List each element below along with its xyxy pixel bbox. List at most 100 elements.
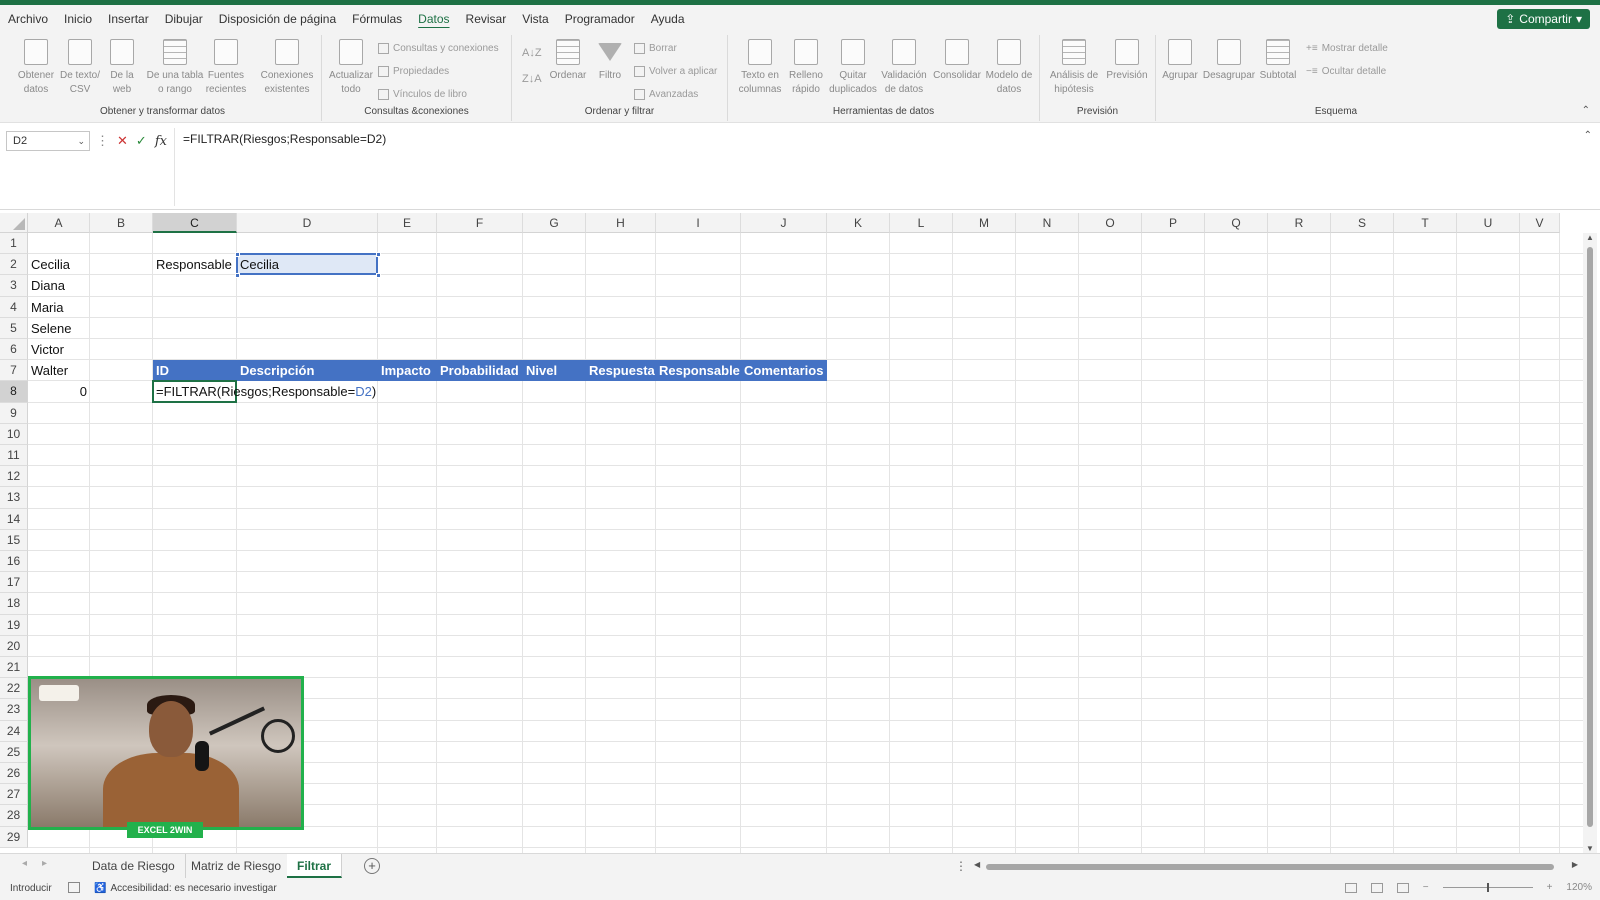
scroll-right-icon[interactable]: ▶ (1572, 860, 1578, 869)
row-header-7[interactable]: 7 (0, 360, 28, 382)
column-header-c[interactable]: C (153, 213, 237, 233)
filtro-button[interactable]: Filtro (588, 37, 632, 83)
analisis-hipotesis-button[interactable]: Análisis de hipótesis (1046, 37, 1102, 97)
relleno-rapido-button[interactable]: Relleno rápido (784, 37, 828, 97)
cell-a5[interactable]: Selene (28, 318, 90, 339)
column-header-t[interactable]: T (1394, 213, 1457, 233)
tabla-rango-button[interactable]: De una tabla o rango (144, 37, 206, 97)
next-sheet-icon[interactable]: ▸ (42, 858, 47, 869)
row-header-29[interactable]: 29 (0, 826, 28, 848)
zoom-slider[interactable] (1442, 883, 1533, 892)
consultas-conexiones-button[interactable]: Consultas y conexiones (378, 43, 499, 54)
row-header-4[interactable]: 4 (0, 296, 28, 318)
accessibility-status[interactable]: ♿ Accesibilidad: es necesario investigar (94, 883, 277, 894)
row-header-25[interactable]: 25 (0, 741, 28, 763)
menu-archivo[interactable]: Archivo (0, 5, 56, 33)
table-header-descripcion[interactable]: Descripción (237, 360, 314, 381)
menu-disposicion[interactable]: Disposición de página (211, 5, 344, 33)
ordenar-button[interactable]: Ordenar (546, 37, 590, 83)
modelo-datos-button[interactable]: Modelo de datos (982, 37, 1036, 97)
texto-columnas-button[interactable]: Texto en columnas (736, 37, 784, 97)
column-header-d[interactable]: D (237, 213, 378, 233)
macro-record-icon[interactable] (68, 882, 80, 893)
row-header-23[interactable]: 23 (0, 699, 28, 721)
row-header-21[interactable]: 21 (0, 657, 28, 679)
cell-a2[interactable]: Cecilia (28, 254, 90, 275)
row-header-14[interactable]: 14 (0, 508, 28, 530)
column-header-v[interactable]: V (1520, 213, 1560, 233)
column-header-g[interactable]: G (523, 213, 586, 233)
row-header-18[interactable]: 18 (0, 593, 28, 615)
row-header-24[interactable]: 24 (0, 720, 28, 742)
normal-view-icon[interactable] (1344, 882, 1357, 893)
vinculos-libro-button[interactable]: Vínculos de libro (378, 89, 467, 100)
ocultar-detalle-button[interactable]: −≡ Ocultar detalle (1306, 66, 1386, 77)
validacion-datos-button[interactable]: Validación de datos (878, 37, 930, 97)
row-header-2[interactable]: 2 (0, 254, 28, 276)
scroll-left-icon[interactable]: ◀ (974, 860, 980, 869)
zoom-level[interactable]: 120% (1566, 882, 1592, 893)
row-header-15[interactable]: 15 (0, 529, 28, 551)
table-header-comentarios[interactable]: Comentarios (741, 360, 823, 381)
collapse-ribbon-icon[interactable]: ⌃ (1582, 105, 1590, 116)
cell-a6[interactable]: Victor (28, 339, 90, 360)
mostrar-detalle-button[interactable]: +≡ Mostrar detalle (1306, 43, 1388, 54)
menu-datos[interactable]: Datos (410, 5, 457, 33)
vertical-scroll-thumb[interactable] (1587, 247, 1593, 827)
web-button[interactable]: De la web (100, 37, 144, 97)
prev-sheet-icon[interactable]: ◂ (22, 858, 27, 869)
table-header-respuesta[interactable]: Respuesta (586, 360, 655, 381)
insert-function-icon[interactable]: fx (155, 134, 167, 149)
subtotal-button[interactable]: Subtotal (1256, 37, 1300, 83)
row-header-3[interactable]: 3 (0, 275, 28, 297)
menu-formulas[interactable]: Fórmulas (344, 5, 410, 33)
column-header-s[interactable]: S (1331, 213, 1394, 233)
row-header-6[interactable]: 6 (0, 339, 28, 361)
menu-dibujar[interactable]: Dibujar (157, 5, 211, 33)
enter-icon[interactable]: ✓ (136, 133, 147, 149)
agrupar-button[interactable]: Agrupar (1158, 37, 1202, 83)
menu-programador[interactable]: Programador (557, 5, 643, 33)
prevision-button[interactable]: Previsión (1104, 37, 1150, 83)
select-all-corner[interactable] (0, 213, 28, 233)
sheet-tab-data-de-riesgo[interactable]: Data de Riesgo (82, 854, 186, 878)
row-header-11[interactable]: 11 (0, 445, 28, 467)
column-header-f[interactable]: F (437, 213, 523, 233)
cell-c2[interactable]: Responsable (153, 254, 235, 275)
collapse-formula-bar-icon[interactable]: ⌃ (1584, 130, 1592, 141)
menu-ayuda[interactable]: Ayuda (643, 5, 693, 33)
page-layout-view-icon[interactable] (1370, 882, 1383, 893)
row-header-10[interactable]: 10 (0, 423, 28, 445)
zoom-out-icon[interactable]: − (1423, 882, 1429, 893)
texto-csv-button[interactable]: De texto/CSV (58, 37, 102, 97)
cell-a4[interactable]: Maria (28, 297, 90, 318)
sheet-tab-matriz-de-riesgo[interactable]: Matriz de Riesgo (181, 854, 293, 878)
column-header-q[interactable]: Q (1205, 213, 1268, 233)
column-header-a[interactable]: A (28, 213, 90, 233)
horizontal-scrollbar[interactable]: ◀ ▶ (974, 860, 1578, 872)
actualizar-todo-button[interactable]: Actualizar todo (326, 37, 376, 97)
column-header-e[interactable]: E (378, 213, 437, 233)
share-button[interactable]: ⇪ Compartir ▾ (1497, 9, 1590, 29)
row-header-5[interactable]: 5 (0, 317, 28, 339)
row-header-13[interactable]: 13 (0, 487, 28, 509)
cell-a3[interactable]: Diana (28, 275, 90, 296)
desagrupar-button[interactable]: Desagrupar (1202, 37, 1256, 83)
row-header-19[interactable]: 19 (0, 614, 28, 636)
menu-vista[interactable]: Vista (514, 5, 556, 33)
cell-a8[interactable]: 0 (28, 381, 90, 402)
cancel-icon[interactable]: ✕ (117, 133, 128, 149)
column-header-b[interactable]: B (90, 213, 153, 233)
conexiones-existentes-button[interactable]: Conexiones existentes (258, 37, 316, 97)
name-box[interactable]: D2 ⌄ (6, 131, 90, 151)
row-header-26[interactable]: 26 (0, 763, 28, 785)
table-header-id[interactable]: ID (153, 360, 169, 381)
row-header-9[interactable]: 9 (0, 402, 28, 424)
consolidar-button[interactable]: Consolidar (932, 37, 982, 83)
volver-aplicar-button[interactable]: Volver a aplicar (634, 66, 717, 77)
menu-inicio[interactable]: Inicio (56, 5, 100, 33)
table-header-impacto[interactable]: Impacto (378, 360, 431, 381)
scroll-up-icon[interactable]: ▲ (1586, 233, 1594, 242)
add-sheet-icon[interactable]: + (364, 858, 380, 874)
quitar-duplicados-button[interactable]: Quitar duplicados (828, 37, 878, 97)
